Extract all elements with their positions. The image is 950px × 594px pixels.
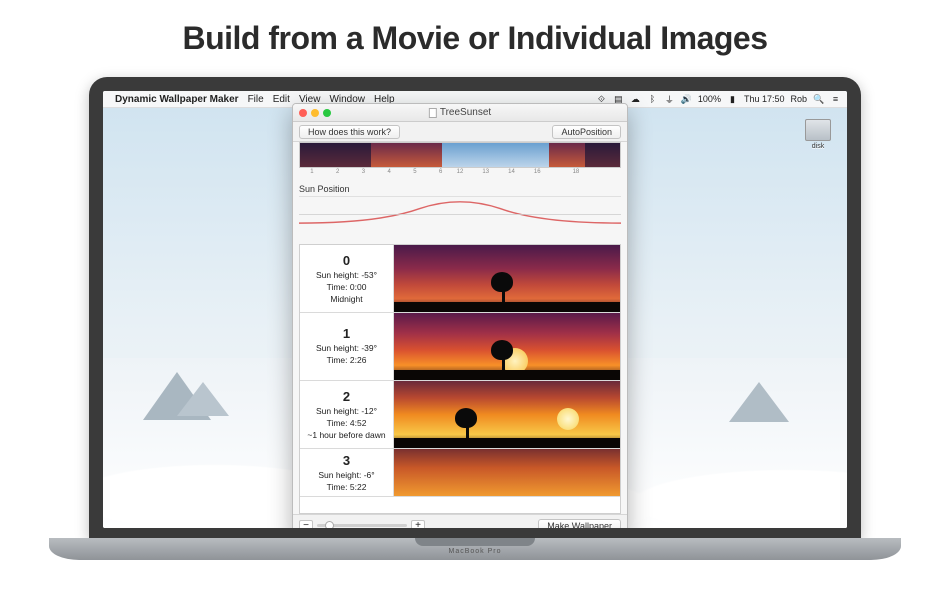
frame-thumbnail[interactable] [394, 313, 620, 380]
frame-sun-height: Sun height: -53° [316, 270, 377, 280]
frame-sun-height: Sun height: -6° [318, 470, 374, 480]
frame-row[interactable]: 0 Sun height: -53° Time: 0:00 Midnight [300, 245, 620, 313]
battery-icon: ▮ [727, 94, 738, 105]
sun-position-curve [299, 196, 621, 226]
frame-time: Time: 0:00 [327, 282, 367, 292]
frame-row[interactable]: 3 Sun height: -6° Time: 5:22 [300, 449, 620, 497]
menubar-app-name[interactable]: Dynamic Wallpaper Maker [115, 94, 239, 105]
window-title: TreeSunset [429, 107, 491, 118]
marketing-headline: Build from a Movie or Individual Images [0, 0, 950, 69]
desktop-disk-icon[interactable]: disk [801, 119, 835, 159]
frame-thumbnail[interactable] [394, 381, 620, 448]
frame-time: Time: 4:52 [327, 418, 367, 428]
menu-file[interactable]: File [248, 94, 264, 105]
frame-time: Time: 5:22 [327, 482, 367, 492]
frame-index: 1 [343, 326, 350, 341]
zoom-track[interactable] [317, 524, 407, 527]
volume-icon[interactable]: 🔊 [681, 94, 692, 105]
laptop-base: MacBook Pro [49, 538, 901, 560]
document-icon [429, 108, 437, 118]
menu-edit[interactable]: Edit [273, 94, 290, 105]
laptop-frame: Dynamic Wallpaper Maker File Edit View W… [89, 77, 861, 560]
zoom-in-button[interactable]: + [411, 520, 425, 529]
make-wallpaper-button[interactable]: Make Wallpaper [538, 519, 621, 529]
wifi-icon[interactable]: ⏚ [664, 93, 675, 106]
siri-icon[interactable]: ≡ [830, 94, 841, 104]
how-does-this-work-button[interactable]: How does this work? [299, 125, 400, 139]
time-ruler: 123 456 121314 1618 [299, 169, 621, 181]
frame-note: Midnight [330, 294, 362, 304]
close-icon[interactable] [299, 109, 307, 117]
frame-sun-height: Sun height: -39° [316, 343, 377, 353]
frame-note: ~1 hour before dawn [307, 430, 385, 440]
frame-list[interactable]: 0 Sun height: -53° Time: 0:00 Midnight [299, 244, 621, 514]
frame-index: 0 [343, 253, 350, 268]
cloud-icon[interactable]: ☁ [630, 94, 641, 105]
zoom-out-button[interactable]: − [299, 520, 313, 529]
battery-status[interactable]: 100% [698, 94, 721, 104]
autoposition-button[interactable]: AutoPosition [552, 125, 621, 139]
sun-position-label: Sun Position [293, 181, 627, 196]
zoom-slider[interactable]: − + [299, 520, 425, 529]
zoom-icon[interactable] [323, 109, 331, 117]
frame-thumbnail[interactable] [394, 245, 620, 312]
frame-sun-height: Sun height: -12° [316, 406, 377, 416]
frame-row[interactable]: 2 Sun height: -12° Time: 4:52 ~1 hour be… [300, 381, 620, 449]
frame-index: 2 [343, 389, 350, 404]
frame-row[interactable]: 1 Sun height: -39° Time: 2:26 [300, 313, 620, 381]
timeline-thumbnails[interactable] [299, 142, 621, 168]
clock[interactable]: Thu 17:50 [744, 94, 785, 104]
frame-time: Time: 2:26 [327, 355, 367, 365]
frame-thumbnail[interactable] [394, 449, 620, 496]
frame-index: 3 [343, 453, 350, 468]
minimize-icon[interactable] [311, 109, 319, 117]
desktop-screen: Dynamic Wallpaper Maker File Edit View W… [103, 91, 847, 528]
spotlight-icon[interactable]: 🔍 [813, 94, 824, 105]
bluetooth-icon[interactable]: ᛒ [647, 94, 658, 104]
window-titlebar[interactable]: TreeSunset [293, 104, 627, 122]
app-window: TreeSunset How does this work? AutoPosit… [292, 103, 628, 528]
user-name[interactable]: Rob [790, 94, 807, 104]
